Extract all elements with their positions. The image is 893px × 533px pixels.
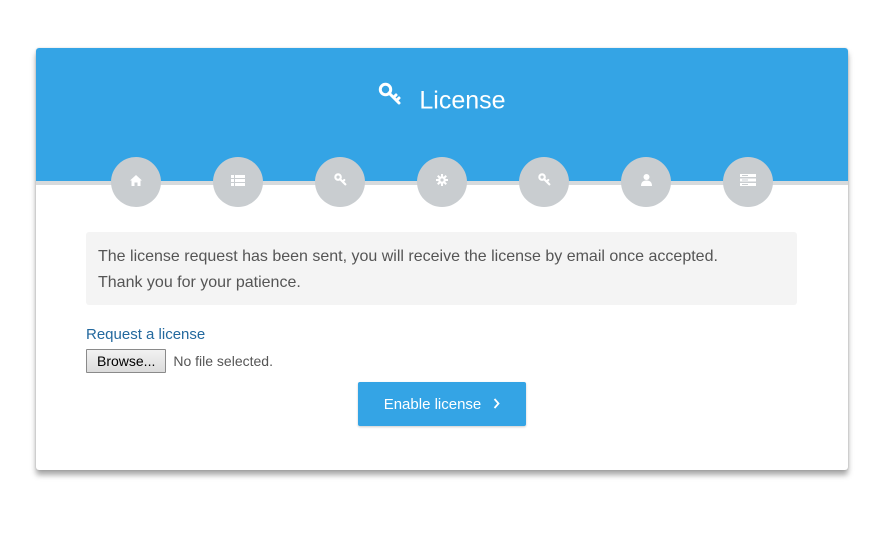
- page-title: License: [36, 82, 848, 116]
- enable-license-button[interactable]: Enable license: [358, 382, 526, 426]
- list-icon: [231, 173, 245, 191]
- step-home[interactable]: [111, 157, 161, 207]
- request-license-link[interactable]: Request a license: [86, 326, 205, 343]
- file-status-text: No file selected.: [173, 353, 273, 369]
- step-server[interactable]: [723, 157, 773, 207]
- chevron-right-icon: [493, 396, 500, 413]
- gear-icon: [436, 173, 448, 191]
- notice-line-1: The license request has been sent, you w…: [98, 248, 718, 265]
- page-title-text: License: [419, 86, 506, 115]
- home-icon: [130, 173, 142, 191]
- key-icon: [333, 173, 347, 191]
- step-list[interactable]: [213, 157, 263, 207]
- user-icon: [640, 173, 652, 191]
- enable-license-label: Enable license: [383, 395, 482, 413]
- step-settings[interactable]: [417, 157, 467, 207]
- key-icon: [537, 173, 551, 191]
- license-card: License The license request has been sen…: [36, 48, 848, 470]
- license-request-notice: The license request has been sent, you w…: [86, 232, 797, 305]
- step-key[interactable]: [315, 157, 365, 207]
- license-file-input[interactable]: Browse... No file selected.: [86, 349, 273, 373]
- server-icon: [740, 173, 756, 191]
- browse-button[interactable]: Browse...: [86, 349, 167, 373]
- step-user[interactable]: [621, 157, 671, 207]
- step-key-2[interactable]: [519, 157, 569, 207]
- notice-line-2: Thank you for your patience.: [98, 274, 301, 291]
- key-icon: [378, 82, 402, 113]
